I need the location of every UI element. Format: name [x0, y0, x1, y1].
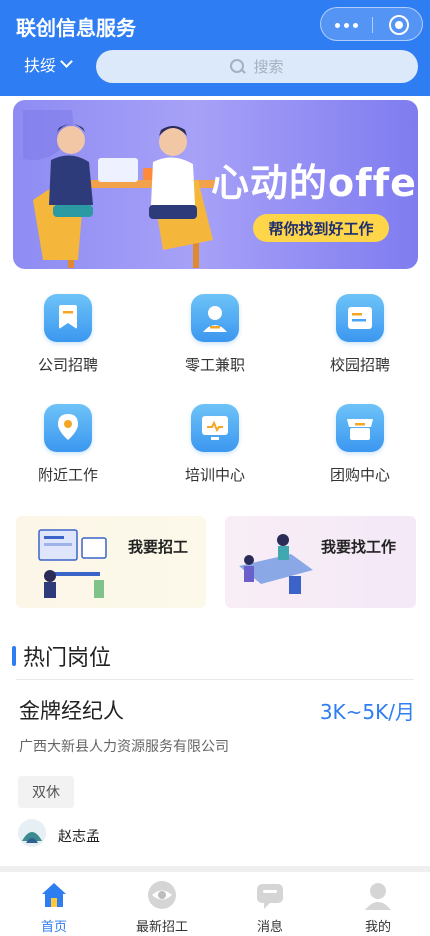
find-job-card[interactable]: 我要找工作 [225, 516, 416, 608]
app-header: 联创信息服务 扶绥 搜索 [0, 0, 430, 96]
job-company: 广西大新县人力资源服务有限公司 [19, 739, 229, 755]
location-pin-icon [44, 404, 92, 452]
banner-cta-button[interactable]: 帮你找到好工作 [253, 214, 389, 242]
home-icon [42, 883, 66, 907]
job-tag: 双休 [18, 776, 74, 808]
user-icon [365, 883, 391, 910]
hire-card[interactable]: 我要招工 [16, 516, 206, 608]
find-job-label: 我要找工作 [321, 538, 397, 556]
store-icon [336, 404, 384, 452]
monitor-icon [191, 404, 239, 452]
tab-label: 消息 [256, 920, 283, 935]
tab-label: 首页 [40, 920, 67, 935]
grid-label: 团购中心 [329, 466, 390, 484]
chevron-down-icon [60, 55, 73, 68]
grid-item-campus-recruit[interactable]: 校园招聘 [300, 288, 420, 378]
grid-item-nearby-jobs[interactable]: 附近工作 [8, 398, 128, 488]
grid-label: 校园招聘 [329, 356, 390, 374]
job-title: 金牌经纪人 [19, 699, 124, 723]
grid-label: 公司招聘 [37, 356, 98, 374]
job-salary: 3K~5K/月 [319, 700, 415, 724]
grid-item-training-center[interactable]: 培训中心 [155, 398, 275, 488]
app-title: 联创信息服务 [16, 16, 136, 40]
hire-illustration [38, 529, 107, 598]
capsule-divider [372, 17, 373, 33]
search-placeholder: 搜索 [253, 58, 284, 76]
find-job-illustration [239, 534, 313, 594]
recruiter-name: 赵志孟 [58, 829, 100, 845]
grid-item-company-recruit[interactable]: 公司招聘 [8, 288, 128, 378]
grid-label: 附近工作 [37, 466, 98, 484]
bottom-tabbar: 首页 最新招工 消息 我的 [0, 872, 430, 936]
more-icon[interactable] [335, 23, 359, 29]
eye-icon [148, 881, 176, 909]
divider [16, 679, 414, 680]
tab-mine[interactable]: 我的 [324, 878, 430, 935]
document-icon [336, 294, 384, 342]
close-target-icon[interactable] [389, 15, 409, 35]
search-input[interactable]: 搜索 [96, 50, 418, 83]
tab-label: 我的 [364, 920, 391, 935]
chat-bubble-icon [257, 884, 283, 909]
grid-item-group-buy[interactable]: 团购中心 [300, 398, 420, 488]
avatar [18, 819, 46, 847]
person-icon [191, 294, 239, 342]
hire-label: 我要招工 [128, 538, 189, 556]
promo-banner[interactable]: 心动的offer 帮你找到好工作 [13, 100, 418, 269]
office-meeting-illustration [23, 110, 218, 268]
grid-item-parttime[interactable]: 零工兼职 [155, 288, 275, 378]
tab-home[interactable]: 首页 [0, 878, 108, 935]
grid-label: 零工兼职 [184, 356, 245, 374]
section-title: 热门岗位 [23, 646, 112, 671]
section-accent-bar [12, 646, 16, 666]
tab-messages[interactable]: 消息 [216, 878, 324, 935]
tab-label: 最新招工 [135, 920, 188, 935]
city-selector[interactable]: 扶绥 [24, 52, 73, 76]
city-name: 扶绥 [24, 56, 57, 75]
mini-program-capsule [320, 7, 423, 41]
grid-label: 培训中心 [184, 466, 245, 484]
tab-latest-hiring[interactable]: 最新招工 [108, 878, 216, 935]
bookmark-icon [44, 294, 92, 342]
banner-heading: 心动的offer [211, 161, 418, 205]
search-icon [230, 59, 245, 74]
